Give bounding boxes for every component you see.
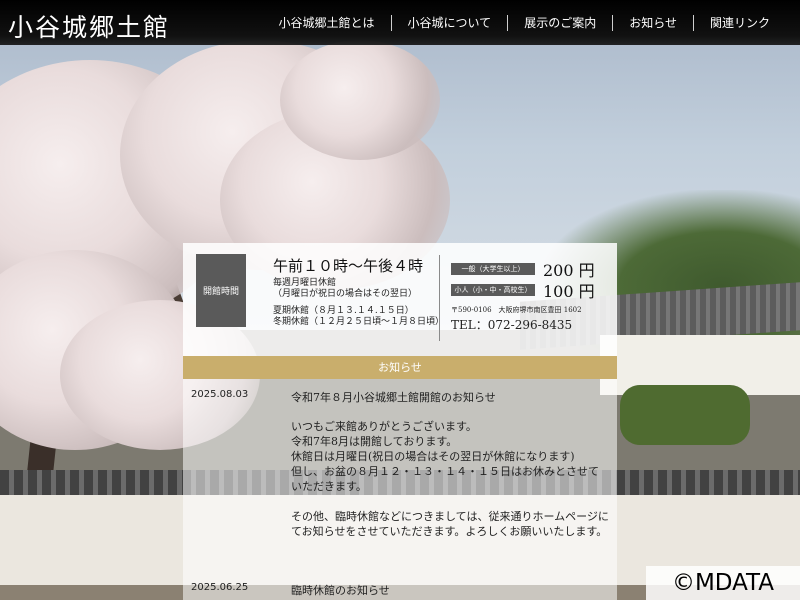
news-title[interactable]: 令和7年８月小谷城郷土館開館のお知らせ: [291, 389, 496, 405]
news-body: いつもご来館ありがとうございます。 令和7年8月は開館しております。 休館日は月…: [291, 420, 609, 538]
fee-row-child: 小人（小・中・高校生） 100 円: [451, 278, 595, 302]
list-item: 2025.08.03 令和7年８月小谷城郷土館開館のお知らせ いつもご来館ありが…: [191, 389, 611, 579]
info-divider: [439, 255, 440, 341]
copyright-watermark: ©MDATA: [646, 566, 800, 600]
site-header: 小谷城郷土館 小谷城郷土館とは 小谷城について 展示のご案内 お知らせ 関連リン…: [0, 0, 800, 45]
news-date: 2025.08.03: [191, 389, 249, 400]
hours-label: 開館時間: [196, 254, 246, 327]
main-nav: 小谷城郷土館とは 小谷城について 展示のご案内 お知らせ 関連リンク: [263, 0, 786, 45]
opening-hours: 午前１０時～午後４時: [273, 257, 424, 275]
nav-item-links[interactable]: 関連リンク: [692, 14, 786, 31]
nav-item-news[interactable]: お知らせ: [612, 14, 693, 31]
news-heading: お知らせ: [183, 356, 617, 379]
news-date: 2025.06.25: [191, 582, 249, 593]
site-logo[interactable]: 小谷城郷土館: [8, 8, 170, 44]
nav-item-castle[interactable]: 小谷城について: [390, 14, 508, 31]
seasonal-closing: 夏期休館（８月１３.１４.１５日） 冬期休館（１２月２５日頃～１月８日頃）: [273, 306, 445, 327]
nav-item-exhibits[interactable]: 展示のご案内: [507, 14, 612, 31]
telephone: TEL：072-296-8435: [451, 318, 573, 332]
weekly-closing: 毎週月曜日休館 （月曜日が祝日の場合はその翌日）: [273, 278, 418, 299]
address: 〒590-0106 大阪府堺市南区豊田 1602: [451, 306, 582, 314]
fee-label-adult: 一般（大学生以上）: [451, 263, 535, 275]
fee-price-child: 100 円: [543, 282, 595, 301]
fee-label-child: 小人（小・中・高校生）: [451, 284, 535, 296]
visitor-info-panel: 開館時間 午前１０時～午後４時 毎週月曜日休館 （月曜日が祝日の場合はその翌日）…: [183, 243, 617, 356]
list-item: 2025.06.25 臨時休館のお知らせ: [191, 582, 611, 600]
nav-item-about[interactable]: 小谷城郷土館とは: [263, 15, 391, 31]
news-list: 2025.08.03 令和7年８月小谷城郷土館開館のお知らせ いつもご来館ありが…: [183, 379, 617, 600]
news-title[interactable]: 臨時休館のお知らせ: [291, 582, 390, 598]
